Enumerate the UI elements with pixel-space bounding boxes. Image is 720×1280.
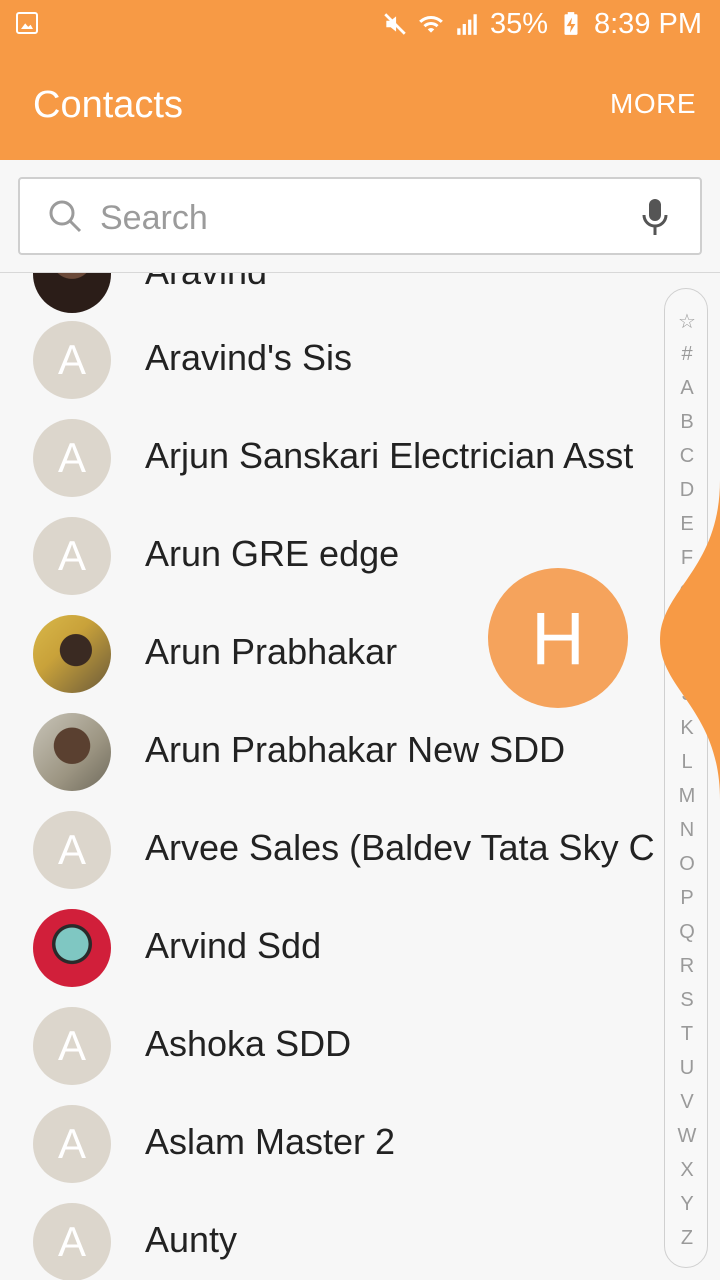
gallery-notification-icon (16, 12, 38, 34)
contact-row[interactable]: Arvind Sdd (0, 899, 660, 997)
index-letter[interactable]: V (665, 1091, 709, 1114)
search-box[interactable] (18, 177, 702, 255)
contact-name: Aunty (145, 1219, 238, 1260)
signal-icon (457, 14, 477, 35)
index-letter[interactable]: P (665, 887, 709, 910)
contact-avatar: A (33, 1105, 111, 1183)
contact-avatar (33, 273, 111, 313)
contact-name: Arun GRE edge (145, 533, 400, 574)
contact-name: Arvee Sales (Baldev Tata Sky C (145, 827, 655, 868)
index-letter[interactable]: C (665, 445, 709, 468)
index-letter[interactable]: X (665, 1159, 709, 1182)
index-letter[interactable]: R (665, 955, 709, 978)
page-title: Contacts (33, 84, 183, 126)
index-letter[interactable]: B (665, 411, 709, 434)
contact-row[interactable]: A Ashoka SDD (0, 997, 660, 1095)
index-letter[interactable]: S (665, 989, 709, 1012)
index-letter[interactable]: Q (665, 921, 709, 944)
index-letter[interactable]: W (665, 1125, 709, 1148)
index-letter-bubble: H (488, 568, 628, 708)
battery-charging-icon (564, 12, 578, 35)
contact-row[interactable]: A Aslam Master 2 (0, 1095, 660, 1193)
app-bar: Contacts MORE (0, 48, 720, 160)
status-icons: 35% 8:39 PM (382, 6, 702, 42)
contact-avatar (33, 909, 111, 987)
contact-name: Arvind Sdd (145, 925, 322, 966)
index-letter[interactable]: Y (665, 1193, 709, 1216)
contact-avatar: A (33, 321, 111, 399)
contact-avatar: A (33, 1203, 111, 1280)
index-highlight-wave (660, 480, 720, 800)
contact-avatar (33, 713, 111, 791)
contact-name: Aslam Master 2 (145, 1121, 396, 1162)
clock: 8:39 PM (594, 7, 702, 40)
contact-row[interactable]: A Aravind's Sis (0, 311, 660, 409)
contact-avatar: A (33, 419, 111, 497)
index-letter[interactable]: # (665, 343, 709, 366)
contact-row[interactable]: Arun Prabhakar New SDD (0, 703, 660, 801)
contact-name: Ashoka SDD (145, 1023, 352, 1064)
contact-row[interactable]: A Arvee Sales (Baldev Tata Sky C (0, 801, 660, 899)
contact-name: Aravind (145, 273, 665, 293)
index-letter[interactable]: Z (665, 1227, 709, 1250)
more-button[interactable]: MORE (610, 88, 696, 120)
contact-avatar: A (33, 517, 111, 595)
search-icon (49, 200, 82, 233)
contact-row[interactable]: A Aunty (0, 1193, 660, 1280)
contact-list: Aravind A Aravind's Sis A Arjun Sanskari… (0, 273, 720, 1280)
search-bar (0, 160, 720, 273)
contact-name: Arjun Sanskari Electrician Asst (145, 435, 634, 476)
index-letter[interactable]: O (665, 853, 709, 876)
contact-name: Arun Prabhakar New SDD (145, 729, 566, 770)
contact-avatar: A (33, 811, 111, 889)
index-letter[interactable]: U (665, 1057, 709, 1080)
contact-row[interactable]: A Arjun Sanskari Electrician Asst (0, 409, 660, 507)
index-letter[interactable]: A (665, 377, 709, 400)
contact-avatar (33, 615, 111, 693)
mute-icon (384, 13, 406, 35)
status-bar: 35% 8:39 PM (0, 0, 720, 48)
index-letter[interactable]: ☆ (665, 309, 709, 334)
microphone-icon[interactable] (640, 197, 670, 237)
battery-percent: 35% (489, 7, 548, 40)
wifi-icon (419, 16, 443, 33)
search-input[interactable] (98, 195, 602, 241)
contact-avatar: A (33, 1007, 111, 1085)
contact-name: Aravind's Sis (145, 337, 352, 378)
index-letter[interactable]: N (665, 819, 709, 842)
index-letter[interactable]: T (665, 1023, 709, 1046)
